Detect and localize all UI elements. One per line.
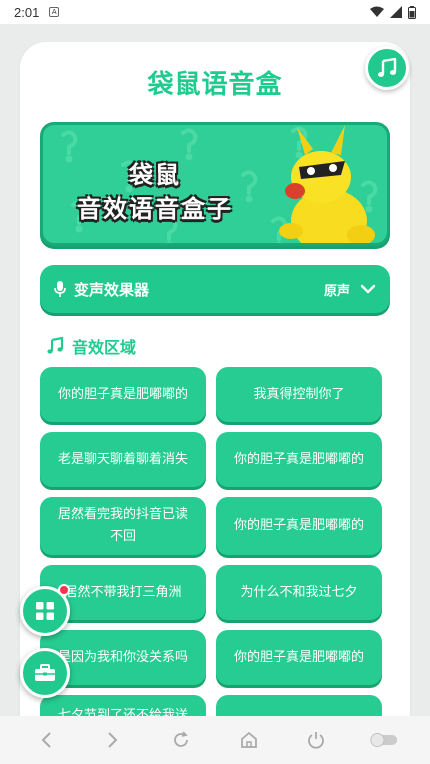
status-time: 2:01 — [14, 4, 40, 20]
back-button[interactable] — [32, 726, 60, 754]
music-note-icon — [378, 57, 397, 77]
voice-changer-value: 原声 — [323, 283, 350, 299]
banner[interactable]: 袋鼠 音效语音盒子 — [40, 122, 390, 246]
main-card: 袋鼠语音盒 袋鼠 音效语音盒子 变声效果器 原声 音效区域 你的胆子真是肥嘟嘟的… — [20, 42, 410, 762]
sound-button[interactable]: 为什么不和我过七夕 — [216, 565, 382, 620]
sound-button[interactable]: 我真得控制你了 — [216, 367, 382, 422]
toggle-icon — [370, 733, 398, 747]
reload-button[interactable] — [167, 726, 195, 754]
music-note-icon — [47, 337, 64, 354]
grid-icon — [36, 602, 54, 620]
app-title: 袋鼠语音盒 — [147, 70, 283, 100]
home-button[interactable] — [235, 726, 263, 754]
toolbox-icon — [35, 664, 55, 681]
chevron-left-icon — [41, 732, 51, 748]
sound-button[interactable]: 你的胆子真是肥嘟嘟的 — [216, 497, 382, 555]
status-icons — [370, 5, 416, 19]
banner-line1: 袋鼠 — [129, 161, 181, 189]
chevron-right-icon — [108, 732, 118, 748]
banner-line2: 音效语音盒子 — [77, 195, 233, 223]
toggle-switch[interactable] — [370, 726, 398, 754]
sound-button[interactable]: 你的胆子真是肥嘟嘟的 — [40, 367, 206, 422]
toolbox-float-button[interactable] — [20, 648, 70, 698]
signal-icon — [390, 6, 402, 18]
section-title-label: 音效区域 — [72, 338, 137, 357]
mic-icon — [54, 281, 66, 297]
kangaroo-mascot — [279, 125, 375, 243]
status-bar: 2:01 A — [0, 0, 430, 24]
browser-nav-bar — [0, 716, 430, 764]
voice-changer-bar[interactable]: 变声效果器 原声 — [40, 265, 390, 313]
forward-button[interactable] — [99, 726, 127, 754]
notification-badge — [58, 584, 70, 596]
music-button[interactable] — [365, 46, 409, 90]
battery-icon — [408, 5, 416, 19]
home-icon — [240, 731, 257, 748]
sound-button[interactable]: 你的胆子真是肥嘟嘟的 — [216, 630, 382, 685]
voice-changer-label: 变声效果器 — [74, 280, 150, 299]
chevron-down-icon — [360, 284, 376, 294]
wifi-icon — [370, 6, 384, 17]
section-title: 音效区域 — [46, 334, 136, 358]
sound-button[interactable]: 居然看完我的抖音已读不回 — [40, 497, 206, 555]
power-button[interactable] — [302, 726, 330, 754]
sound-button[interactable]: 老是聊天聊着聊着消失 — [40, 432, 206, 487]
reload-icon — [174, 731, 189, 747]
notification-icon: A — [49, 7, 60, 17]
power-icon — [308, 732, 325, 749]
sound-button[interactable]: 你的胆子真是肥嘟嘟的 — [216, 432, 382, 487]
